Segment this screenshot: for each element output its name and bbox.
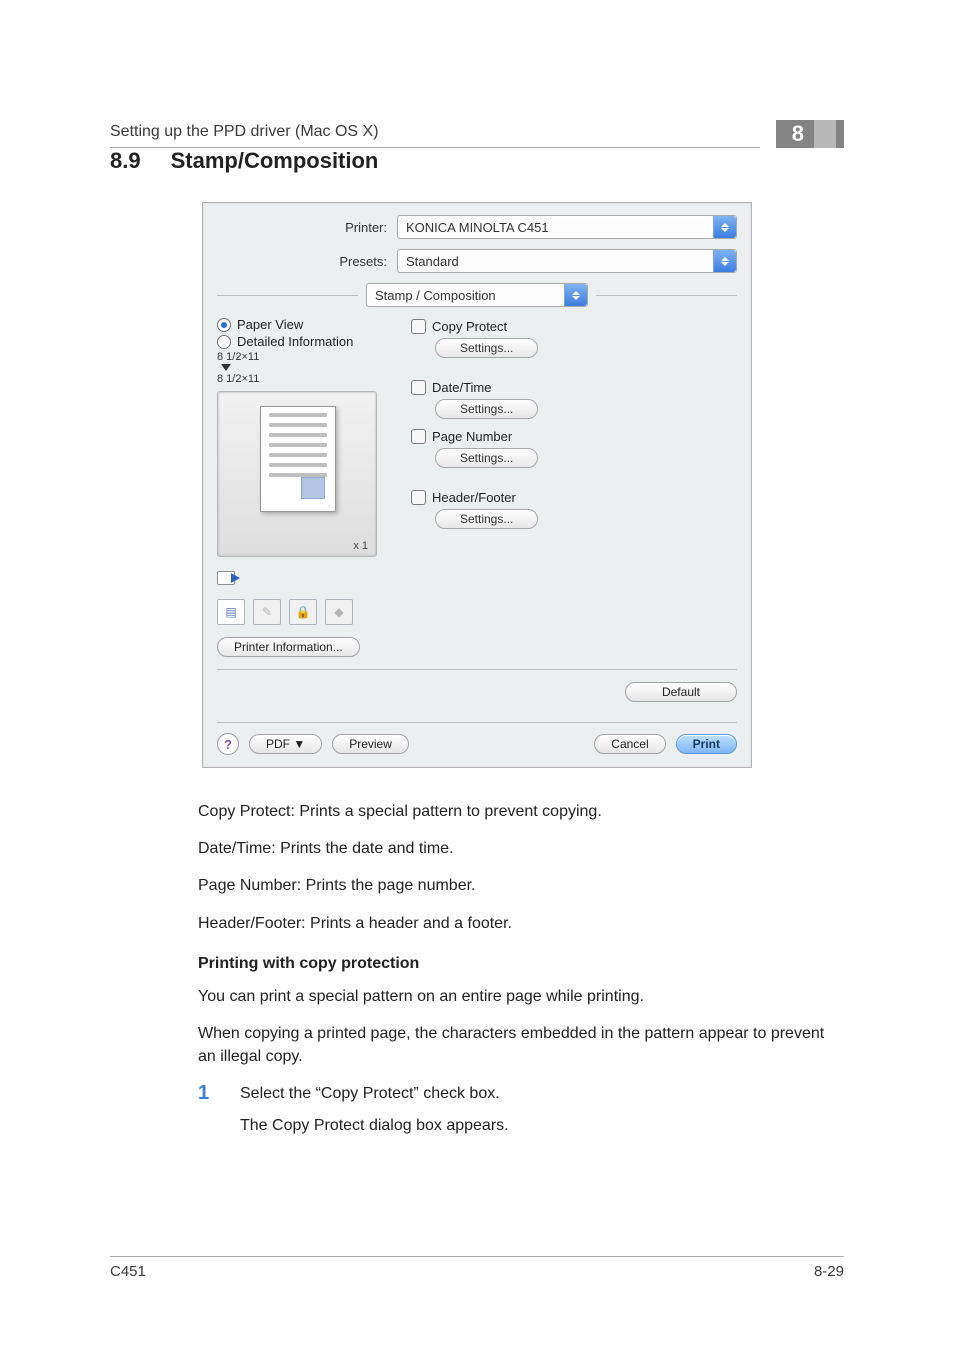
printer-info-button[interactable]: Printer Information...	[217, 637, 360, 657]
pdf-menu-button[interactable]: PDF ▼	[249, 734, 322, 754]
printer-select[interactable]: KONICA MINOLTA C451	[397, 215, 737, 239]
output-arrow-icon[interactable]	[217, 567, 245, 589]
date-time-settings-button[interactable]: Settings...	[435, 399, 538, 419]
radio-selected-icon	[217, 318, 231, 332]
presets-label: Presets:	[217, 254, 397, 269]
radio-unselected-icon	[217, 335, 231, 349]
layout-icon[interactable]: ▤	[217, 599, 245, 625]
panel-select[interactable]: Stamp / Composition	[366, 283, 588, 307]
separator	[217, 669, 737, 670]
badge-stripe	[814, 120, 836, 148]
detailed-info-radio[interactable]: Detailed Information	[217, 334, 397, 349]
presets-value: Standard	[398, 254, 713, 269]
footer-model: C451	[110, 1263, 146, 1280]
triangle-down-icon	[221, 364, 231, 371]
panel-value: Stamp / Composition	[367, 288, 564, 303]
detailed-info-label: Detailed Information	[237, 334, 353, 349]
footer-page: 8-29	[814, 1263, 844, 1280]
copy-protect-label: Copy Protect	[432, 319, 507, 334]
desc-header-footer: Header/Footer: Prints a header and a foo…	[198, 912, 844, 935]
page-footer: C451 8-29	[110, 1256, 844, 1280]
header-footer-checkbox[interactable]	[411, 490, 426, 505]
date-time-checkbox[interactable]	[411, 380, 426, 395]
intro-1: You can print a special pattern on an en…	[198, 985, 844, 1008]
print-dialog: Printer: KONICA MINOLTA C451 Presets: St…	[202, 202, 752, 768]
preview-multiplier: x 1	[353, 540, 368, 552]
preview-button[interactable]: Preview	[332, 734, 409, 754]
desc-page-number: Page Number: Prints the page number.	[198, 874, 844, 897]
header-footer-label: Header/Footer	[432, 490, 516, 505]
separator	[217, 722, 737, 723]
chevron-updown-icon[interactable]	[713, 216, 736, 238]
desc-copy-protect: Copy Protect: Prints a special pattern t…	[198, 800, 844, 823]
quality-icon[interactable]: ◆	[325, 599, 353, 625]
intro-2: When copying a printed page, the charact…	[198, 1022, 844, 1068]
presets-select[interactable]: Standard	[397, 249, 737, 273]
chevron-updown-icon[interactable]	[564, 284, 587, 306]
step-1-number: 1	[198, 1082, 218, 1105]
stamp-icon[interactable]: ✎	[253, 599, 281, 625]
lock-icon[interactable]: 🔒	[289, 599, 317, 625]
paper-size-top: 8 1/2×11	[217, 351, 397, 363]
page-number-settings-button[interactable]: Settings...	[435, 448, 538, 468]
chevron-updown-icon[interactable]	[713, 250, 736, 272]
print-button[interactable]: Print	[676, 734, 737, 754]
page-number-checkbox[interactable]	[411, 429, 426, 444]
printer-label: Printer:	[217, 220, 397, 235]
paper-view-label: Paper View	[237, 317, 303, 332]
help-button[interactable]: ?	[217, 733, 239, 755]
copy-protect-checkbox[interactable]	[411, 319, 426, 334]
chapter-badge: 8	[776, 120, 844, 148]
printer-value: KONICA MINOLTA C451	[398, 220, 713, 235]
page-number-label: Page Number	[432, 429, 512, 444]
chapter-number: 8	[792, 121, 804, 147]
step-1-text: Select the “Copy Protect” check box.	[240, 1082, 844, 1105]
running-header: Setting up the PPD driver (Mac OS X)	[110, 123, 760, 141]
default-button[interactable]: Default	[625, 682, 737, 702]
section-title: Stamp/Composition	[171, 148, 379, 174]
step-1-result: The Copy Protect dialog box appears.	[240, 1114, 844, 1137]
section-number: 8.9	[110, 148, 141, 174]
desc-date-time: Date/Time: Prints the date and time.	[198, 837, 844, 860]
subheading: Printing with copy protection	[198, 955, 844, 973]
copy-protect-settings-button[interactable]: Settings...	[435, 338, 538, 358]
paper-size-bottom: 8 1/2×11	[217, 373, 397, 385]
page-preview: x 1	[217, 391, 377, 557]
cancel-button[interactable]: Cancel	[594, 734, 665, 754]
paper-view-radio[interactable]: Paper View	[217, 317, 397, 332]
date-time-label: Date/Time	[432, 380, 491, 395]
header-footer-settings-button[interactable]: Settings...	[435, 509, 538, 529]
